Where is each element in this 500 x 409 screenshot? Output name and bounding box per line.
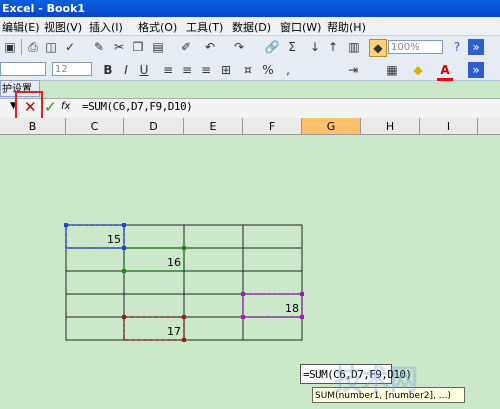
sort-asc-icon[interactable]: ↓ (307, 39, 323, 55)
align-center-icon[interactable]: ≡ (179, 62, 195, 78)
currency-icon[interactable]: ¤ (240, 62, 256, 78)
column-header-blank (478, 118, 500, 135)
toolbar-options-icon-2[interactable]: » (468, 62, 484, 78)
hyperlink-icon[interactable]: 🔗 (264, 39, 280, 55)
chart-wizard-icon[interactable]: ▥ (346, 39, 362, 55)
column-header-f[interactable]: F (243, 118, 302, 135)
cut-icon[interactable]: ✂ (111, 39, 127, 55)
menu-data[interactable]: 数据(D) (232, 19, 271, 35)
font-color-icon[interactable]: A (437, 62, 453, 81)
menu-view[interactable]: 视图(V) (44, 19, 82, 35)
worksheet-grid[interactable]: 15 16 18 17 (0, 135, 500, 409)
column-header-c[interactable]: C (66, 118, 124, 135)
enter-icon[interactable]: ✓ (44, 98, 57, 116)
menu-tools[interactable]: 工具(T) (186, 19, 223, 35)
underline-icon[interactable]: U (136, 62, 152, 78)
spelling-icon[interactable]: ✓ (62, 39, 78, 55)
font-name-combo[interactable] (0, 62, 46, 76)
table-borders (65, 224, 303, 341)
research-icon[interactable]: ✎ (91, 39, 107, 55)
format-painter-icon[interactable]: ✐ (178, 39, 194, 55)
column-header-d[interactable]: D (124, 118, 184, 135)
align-right-icon[interactable]: ≡ (198, 62, 214, 78)
menu-format[interactable]: 格式(O) (138, 19, 177, 35)
copy-icon[interactable]: ❐ (130, 39, 146, 55)
help-icon[interactable]: ? (449, 39, 465, 55)
menu-bar: 编辑(E) 视图(V) 插入(I) 格式(O) 工具(T) 数据(D) 窗口(W… (0, 17, 500, 36)
zoom-combo[interactable]: 100% (388, 40, 443, 54)
column-header-h[interactable]: H (361, 118, 420, 135)
formula-input[interactable]: =SUM(C6,D7,F9,D10) (82, 100, 193, 113)
window-title: Excel - Book1 (2, 2, 86, 15)
cell-f9: 18 (285, 302, 299, 315)
drawing-icon[interactable]: ◆ (369, 39, 387, 57)
watermark: 技术网 (334, 363, 419, 396)
save-icon[interactable]: ▣ (2, 39, 18, 55)
print-icon[interactable]: ⎙ (25, 39, 41, 55)
cell-d7: 16 (167, 256, 181, 269)
preview-icon[interactable]: ◫ (43, 39, 59, 55)
percent-icon[interactable]: % (260, 62, 276, 78)
redo-icon[interactable]: ↷ (231, 39, 247, 55)
formula-bar (0, 98, 500, 120)
standard-toolbar: ▣ ⎙ ◫ ✓ ✎ ✂ ❐ ▤ ✐ ↶ ↷ 🔗 Σ ↓ ↑ ▥ ◆ 100% ?… (0, 36, 500, 60)
column-header-i[interactable]: I (420, 118, 478, 135)
merge-center-icon[interactable]: ⊞ (218, 62, 234, 78)
fill-color-icon[interactable]: ◆ (410, 62, 426, 78)
align-left-icon[interactable]: ≡ (160, 62, 176, 78)
menu-help[interactable]: 帮助(H) (327, 19, 366, 35)
menu-edit[interactable]: 编辑(E) (2, 19, 40, 35)
cell-c6: 15 (107, 233, 121, 246)
undo-icon[interactable]: ↶ (202, 39, 218, 55)
menu-insert[interactable]: 插入(I) (89, 19, 123, 35)
borders-icon[interactable]: ▦ (384, 62, 400, 78)
cell-d10: 17 (167, 325, 181, 338)
formatting-toolbar: 12 B I U ≡ ≡ ≡ ⊞ ¤ % , ⇥ ▦ ◆ A » (0, 59, 500, 81)
autosum-icon[interactable]: Σ (284, 39, 300, 55)
bold-icon[interactable]: B (100, 62, 116, 78)
toolbar-options-icon[interactable]: » (468, 39, 484, 55)
title-bar: Excel - Book1 (0, 0, 500, 17)
column-header-e[interactable]: E (184, 118, 243, 135)
menu-window[interactable]: 窗口(W) (280, 19, 321, 35)
indent-icon[interactable]: ⇥ (345, 62, 361, 78)
column-header-g[interactable]: G (302, 118, 361, 135)
comma-icon[interactable]: , (280, 62, 296, 78)
italic-icon[interactable]: I (118, 62, 134, 78)
font-size-combo[interactable]: 12 (52, 62, 92, 76)
insert-function-icon[interactable]: fx (61, 101, 70, 112)
paste-icon[interactable]: ▤ (150, 39, 166, 55)
column-header-b[interactable]: B (0, 118, 66, 135)
sort-desc-icon[interactable]: ↑ (325, 39, 341, 55)
toolbar-separator (21, 39, 22, 55)
